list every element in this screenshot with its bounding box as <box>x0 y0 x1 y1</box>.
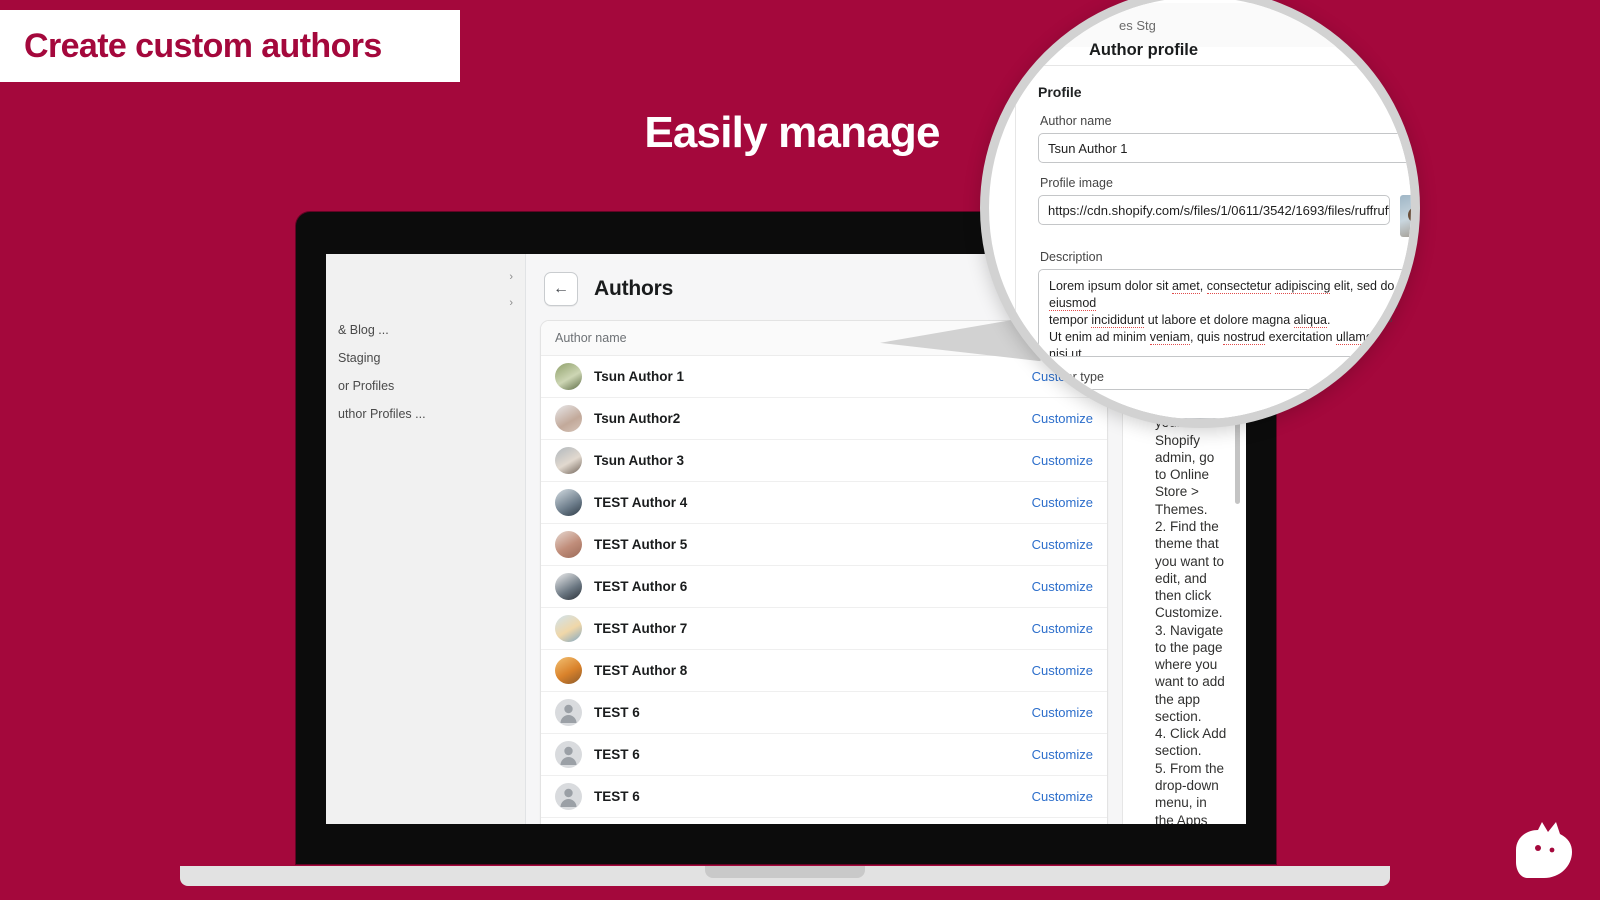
table-row[interactable]: TEST Author 5 Customize <box>541 524 1107 566</box>
avatar-placeholder-icon <box>555 699 582 726</box>
author-name-label: Author name <box>1040 114 1112 128</box>
author-name: TEST 6 <box>594 747 640 762</box>
customize-link[interactable]: Customize <box>1032 453 1093 468</box>
description-textarea[interactable]: Lorem ipsum dolor sit amet, consectetur … <box>1038 269 1411 357</box>
sidebar-item-label: uthor Profiles ... <box>338 407 426 421</box>
faq-answer-line: 3. Navigate to the page where you want t… <box>1155 622 1225 724</box>
chevron-right-icon: › <box>509 271 513 283</box>
profile-image-group: Profile image https://cdn.shopify.com/s/… <box>1038 176 1411 237</box>
faq-answer-line: 4. Click Add section. <box>1155 726 1227 759</box>
author-name: Tsun Author 3 <box>594 453 684 468</box>
sidebar-item-label: or Profiles <box>338 379 395 393</box>
author-type-group: Author type Person ▲▼ <box>1038 370 1411 419</box>
description-group: Description Lorem ipsum dolor sit amet, … <box>1038 250 1411 357</box>
avatar <box>555 657 582 684</box>
customize-link[interactable]: Customize <box>1032 495 1093 510</box>
faq-answer: 1. From your Shopify admin, go to Online… <box>1155 397 1228 824</box>
table-row[interactable]: TEST Author 4 Customize <box>541 482 1107 524</box>
table-row[interactable]: TEST 6 Customize <box>541 692 1107 734</box>
chevron-right-icon: › <box>509 297 513 309</box>
author-name-input[interactable]: Tsun Author 1 <box>1038 133 1411 163</box>
author-name: TEST Author 4 <box>594 495 688 510</box>
author-name: TEST Author 7 <box>594 621 688 636</box>
profile-image-input[interactable]: https://cdn.shopify.com/s/files/1/0611/3… <box>1038 195 1390 225</box>
customize-link[interactable]: Customize <box>1032 621 1093 636</box>
author-name: TEST Author 6 <box>594 579 688 594</box>
avatar <box>555 573 582 600</box>
sidebar-item-0[interactable]: › <box>326 264 525 290</box>
desc-l2: tempor incididunt ut labore et dolore ma… <box>1049 312 1331 328</box>
store-name-label: es Stg <box>1119 17 1156 33</box>
author-name: Tsun Author 1 <box>594 369 684 384</box>
faq-answer-line: 2. Find the theme that you want to edit,… <box>1155 518 1225 621</box>
marketing-subheadline: Easily manage <box>644 108 940 157</box>
author-name: TEST Author 8 <box>594 663 688 678</box>
author-type-select[interactable]: Person ▲▼ <box>1038 389 1411 419</box>
sidebar-item-label: Staging <box>338 351 381 365</box>
avatar-placeholder-icon <box>555 741 582 768</box>
sidebar-item-2[interactable]: & Blog ... <box>326 316 525 344</box>
profile-section-heading: Profile <box>1038 84 1082 100</box>
author-name: Tsun Author2 <box>594 411 681 426</box>
banner-headline: Create custom authors <box>24 26 382 65</box>
table-row[interactable]: TEST Author 6 Customize <box>541 566 1107 608</box>
author-type-value: Person <box>1048 396 1090 412</box>
customize-link[interactable]: Customize <box>1032 789 1093 804</box>
back-arrow-icon[interactable]: ← <box>544 272 578 306</box>
customize-link[interactable]: Customize <box>1032 537 1093 552</box>
table-row[interactable]: TEST Author 7 Customize <box>541 608 1107 650</box>
page-title: Authors <box>594 277 674 300</box>
avatar <box>555 531 582 558</box>
customize-link[interactable]: Customize <box>1032 747 1093 762</box>
customize-link[interactable]: Customize <box>1032 579 1093 594</box>
table-row[interactable]: TEST 6 Customize <box>541 734 1107 776</box>
table-row[interactable]: Tsun Author 3 Customize <box>541 440 1107 482</box>
author-type-label: Author type <box>1040 370 1104 384</box>
author-name-group: Author name Tsun Author 1 <box>1038 114 1411 163</box>
laptop-notch <box>705 866 865 878</box>
sidebar-item-5[interactable]: uthor Profiles ... <box>326 400 525 428</box>
sidebar-item-3[interactable]: Staging <box>326 344 525 372</box>
avatar <box>555 363 582 390</box>
avatar <box>555 615 582 642</box>
table-row[interactable]: TEST Author 8 Customize <box>541 650 1107 692</box>
avatar-placeholder-icon <box>555 783 582 810</box>
poster-stage: Create custom authors Easily manage › › & … <box>0 0 1600 900</box>
customize-link[interactable]: Customize <box>1032 705 1093 720</box>
avatar <box>555 405 582 432</box>
sidebar-item-1[interactable]: › <box>326 290 525 316</box>
magnifier-ring: es Stg Author profile Profile Author nam… <box>980 0 1420 428</box>
avatar <box>555 489 582 516</box>
profile-image-label: Profile image <box>1040 176 1113 190</box>
avatar <box>555 447 582 474</box>
profile-image-thumbnail <box>1400 195 1411 237</box>
author-name: TEST Author 5 <box>594 537 688 552</box>
app-sidebar: › › & Blog ... Staging or Profiles uthor Prof… <box>326 254 526 824</box>
author-profile-form: Profile Author name Tsun Author 1 Profil… <box>1015 65 1411 419</box>
desc-l3: Ut enim ad minim veniam, quis nostrud ex… <box>1049 329 1411 357</box>
description-label: Description <box>1040 250 1103 264</box>
magnifier-content: es Stg Author profile Profile Author nam… <box>989 0 1411 419</box>
table-row[interactable]: TEST 6Customize <box>541 818 1107 824</box>
magnifier: es Stg Author profile Profile Author nam… <box>980 0 1420 428</box>
table-row[interactable]: TEST 6 Customize <box>541 776 1107 818</box>
marketing-banner: Create custom authors <box>0 10 460 82</box>
sidebar-item-label: & Blog ... <box>338 323 389 337</box>
author-name: TEST 6 <box>594 705 640 720</box>
sidebar-item-4[interactable]: or Profiles <box>326 372 525 400</box>
dog-mascot-logo <box>1516 822 1572 878</box>
customize-link[interactable]: Customize <box>1032 663 1093 678</box>
desc-l1: Lorem ipsum dolor sit amet, consectetur … <box>1049 279 1395 311</box>
author-name: TEST 6 <box>594 789 640 804</box>
faq-answer-line: 5. From the drop-down menu, in the Apps … <box>1155 760 1225 824</box>
magnified-page-title: Author profile <box>1089 41 1199 59</box>
